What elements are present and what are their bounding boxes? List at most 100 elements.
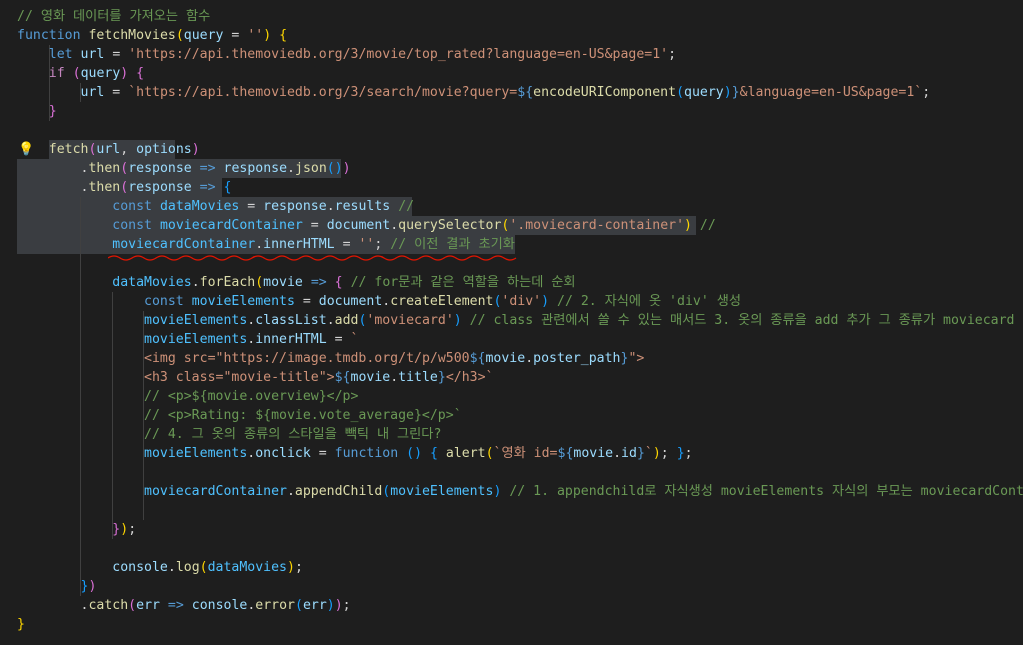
code-line[interactable]: const moviecardContainer = document.quer…: [0, 216, 1023, 235]
code-token: .: [326, 199, 335, 214]
code-line[interactable]: }): [0, 577, 1023, 596]
code-line[interactable]: }: [0, 102, 1023, 121]
code-token: response: [223, 161, 288, 176]
code-token: .: [326, 313, 335, 328]
code-token: ;: [684, 446, 693, 461]
code-line[interactable]: }: [0, 615, 1023, 634]
code-token: ">: [628, 351, 645, 366]
code-token: ;: [342, 598, 351, 613]
code-line[interactable]: movieElements.innerHTML = `: [0, 330, 1023, 349]
code-token: querySelector: [398, 218, 502, 233]
code-line[interactable]: let url = 'https://api.themoviedb.org/3/…: [0, 45, 1023, 64]
code-token: response: [263, 199, 327, 214]
code-line[interactable]: console.log(dataMovies);: [0, 558, 1023, 577]
code-token: ;: [922, 85, 931, 100]
code-line[interactable]: <h3 class="movie-title">${movie.title}</…: [0, 368, 1023, 387]
code-line[interactable]: dataMovies.forEach(movie => { // for문과 같…: [0, 273, 1023, 292]
code-token: ;: [668, 47, 677, 62]
code-token: // 4. 그 옷의 종류의 스타일을 빽틱 내 그린다?: [144, 427, 442, 442]
code-token: ): [342, 161, 351, 176]
code-token: ): [414, 446, 423, 461]
code-token: // 1. appendchild로 자식생성 movieElements 자식…: [509, 484, 1023, 499]
code-line[interactable]: fetch(url, options): [0, 140, 1023, 159]
code-line[interactable]: const movieElements = document.createEle…: [0, 292, 1023, 311]
code-text: .then(response => {: [17, 178, 232, 197]
code-token: function: [334, 446, 399, 461]
code-line[interactable]: moviecardContainer.appendChild(movieElem…: [0, 482, 1023, 501]
code-token: =: [334, 237, 359, 252]
code-line[interactable]: .then(response => {: [0, 178, 1023, 197]
code-token: <img src=": [144, 351, 224, 366]
code-line[interactable]: [0, 463, 1023, 482]
code-token: id: [621, 446, 637, 461]
code-text: moviecardContainer.appendChild(movieElem…: [17, 482, 1023, 501]
code-token: https://api.themoviedb.org/3/movie/top_r…: [136, 47, 661, 62]
error-squiggle: [108, 255, 517, 261]
code-token: response: [128, 180, 192, 195]
code-token: url: [80, 85, 105, 100]
code-text: movieElements. onclick = function () { al…: [17, 444, 693, 463]
code-token: catch: [88, 598, 129, 613]
code-line[interactable]: .then(response => response.json()): [0, 159, 1023, 178]
code-text: movieElements.innerHTML = `: [17, 330, 358, 349]
code-token: if: [48, 66, 65, 81]
code-token: dataMovies: [159, 199, 240, 214]
code-token: ;: [294, 560, 303, 575]
code-line[interactable]: [0, 121, 1023, 140]
code-line[interactable]: moviecardContainer.innerHTML = ''; // 이전…: [0, 235, 1023, 254]
code-text: movieElements.classList.add('moviecard')…: [17, 311, 1014, 330]
code-token: .: [390, 218, 399, 233]
code-token: movie: [263, 275, 303, 290]
code-token: =: [223, 28, 248, 43]
code-text: }): [17, 577, 97, 596]
code-line[interactable]: // <p>${movie.overview}</p>: [0, 387, 1023, 406]
code-token: {: [279, 28, 288, 43]
code-token: (: [326, 161, 335, 176]
code-line[interactable]: if (query) {: [0, 64, 1023, 83]
code-line[interactable]: function fetchMovies(query = '') {: [0, 26, 1023, 45]
code-line[interactable]: });: [0, 520, 1023, 539]
code-token: onclick: [255, 446, 311, 461]
code-line[interactable]: .catch(err => console.error(err));: [0, 596, 1023, 615]
code-line[interactable]: url = `https://api.themoviedb.org/3/sear…: [0, 83, 1023, 102]
code-token: console: [112, 560, 168, 575]
code-line[interactable]: const dataMovies = response.results //: [0, 197, 1023, 216]
code-line[interactable]: // <p>Rating: ${movie.vote_average}</p>`: [0, 406, 1023, 425]
code-text: // <p>${movie.overview}</p>: [17, 387, 358, 406]
lightbulb-icon[interactable]: 💡: [18, 140, 34, 159]
code-token: =>: [199, 161, 216, 176]
code-token: movieElements: [144, 332, 248, 347]
code-token: ;: [128, 522, 137, 537]
code-line[interactable]: movieElements. onclick = function () { al…: [0, 444, 1023, 463]
code-token: (: [120, 180, 129, 195]
code-token: encodeURIComponent: [533, 85, 677, 100]
code-token: .: [287, 161, 295, 176]
code-line[interactable]: // 영화 데이터를 가져오는 함수: [0, 7, 1023, 26]
code-token: movieElements: [144, 446, 248, 461]
code-line[interactable]: <img src="https://image.tmdb.org/t/p/w50…: [0, 349, 1023, 368]
code-line[interactable]: [0, 501, 1023, 520]
code-token: (: [676, 85, 685, 100]
code-text: .then(response => response.json()): [17, 159, 351, 178]
code-line[interactable]: movieElements.classList.add('moviecard')…: [0, 311, 1023, 330]
code-line[interactable]: // 4. 그 옷의 종류의 스타일을 빽틱 내 그린다?: [0, 425, 1023, 444]
code-text: dataMovies.forEach(movie => { // for문과 같…: [17, 273, 575, 292]
code-token: query: [684, 85, 724, 100]
code-line[interactable]: [0, 539, 1023, 558]
code-token: (: [175, 28, 184, 43]
code-editor[interactable]: // 영화 데이터를 가져오는 함수 function fetchMovies(q…: [0, 0, 1023, 645]
code-text: // <p>Rating: ${movie.vote_average}</p>`: [17, 406, 462, 425]
